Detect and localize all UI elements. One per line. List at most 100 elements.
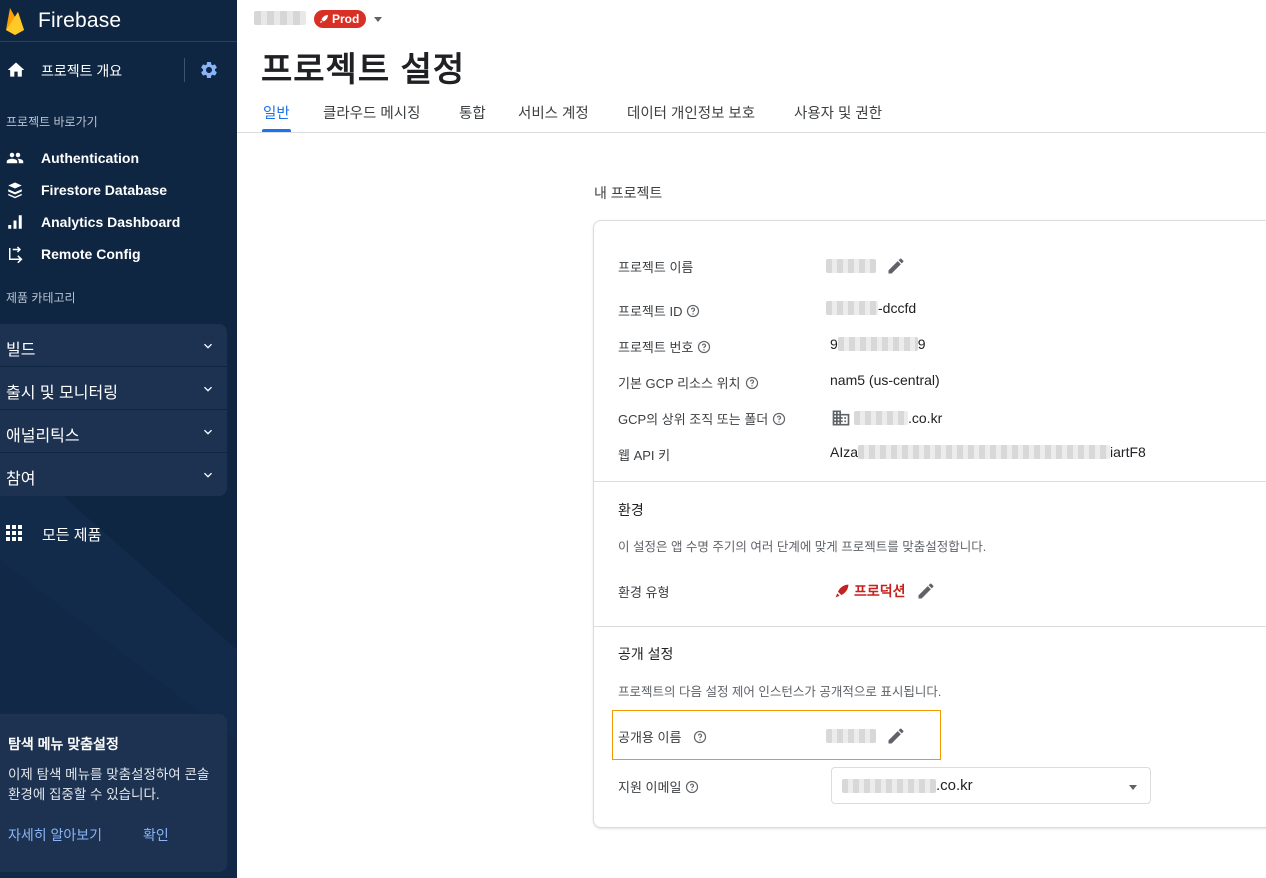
project-switcher-bar: Prod xyxy=(237,0,1266,38)
edit-pencil-icon[interactable] xyxy=(916,581,936,601)
chevron-down-icon xyxy=(204,429,212,435)
project-name-redacted[interactable] xyxy=(254,11,306,25)
project-overview-label: 프로젝트 개요 xyxy=(41,63,123,79)
my-project-section-label: 내 프로젝트 xyxy=(594,185,663,201)
gear-icon[interactable] xyxy=(199,60,219,80)
active-tab-indicator xyxy=(262,129,291,132)
support-email-select[interactable]: .co.kr xyxy=(831,767,1151,804)
firebase-logo-icon xyxy=(6,7,24,35)
shortcut-label: Firestore Database xyxy=(41,182,168,198)
category-label: 참여 xyxy=(6,471,36,488)
sidebar: Firebase 프로젝트 개요 프로젝트 바로가기 Authenticatio… xyxy=(0,0,237,878)
tab-general[interactable]: 일반 xyxy=(263,102,290,123)
learn-more-link[interactable]: 자세히 알아보기 xyxy=(8,825,102,845)
project-name-label: 프로젝트 이름 xyxy=(618,260,694,275)
project-name-row: 프로젝트 이름 xyxy=(594,251,1266,279)
tab-data-privacy[interactable]: 데이터 개인정보 보호 xyxy=(627,102,755,123)
all-products[interactable]: 모든 제품 xyxy=(0,518,237,548)
public-name-row: 공개용 이름 xyxy=(594,721,1266,749)
environment-description: 이 설정은 앱 수명 주기의 여러 단계에 맞게 프로젝트를 맞춤설정합니다. xyxy=(618,540,987,554)
support-email-label: 지원 이메일 xyxy=(618,777,699,796)
shortcut-label: Authentication xyxy=(41,150,139,166)
shortcut-analytics[interactable]: Analytics Dashboard xyxy=(0,208,237,236)
shortcuts-section-label: 프로젝트 바로가기 xyxy=(6,115,98,129)
production-env-badge: 프로덕션 xyxy=(834,581,906,601)
project-number-label: 프로젝트 번호 xyxy=(618,337,711,356)
redacted-value xyxy=(826,259,876,273)
parent-org-value: .co.kr xyxy=(830,408,942,428)
help-icon[interactable] xyxy=(686,304,700,318)
tab-cloud-messaging[interactable]: 클라우드 메시징 xyxy=(323,102,420,123)
environment-type-label: 환경 유형 xyxy=(618,585,670,600)
project-dropdown-icon[interactable] xyxy=(373,14,383,24)
tab-service-accounts[interactable]: 서비스 계정 xyxy=(518,102,589,123)
project-id-value: -dccfd xyxy=(826,300,916,316)
category-analytics[interactable]: 애널리틱스 xyxy=(0,410,227,453)
chevron-down-icon xyxy=(204,472,212,478)
category-label: 출시 및 모니터링 xyxy=(6,385,118,402)
gcp-location-label: 기본 GCP 리소스 위치 xyxy=(618,373,759,392)
project-name-value xyxy=(826,256,906,276)
public-name-value xyxy=(826,726,906,746)
parent-org-row: GCP의 상위 조직 또는 폴더 .co.kr xyxy=(594,403,1266,431)
shortcut-remote-config[interactable]: Remote Config xyxy=(0,240,237,268)
apps-grid-icon xyxy=(6,525,22,541)
categories-section-label: 제품 카테고리 xyxy=(6,291,76,305)
home-icon xyxy=(7,62,25,77)
product-categories: 빌드 출시 및 모니터링 애널리틱스 참여 xyxy=(0,324,227,496)
shortcut-label: Analytics Dashboard xyxy=(41,214,181,230)
public-settings-description: 프로젝트의 다음 설정 제어 인스턴스가 공개적으로 표시됩니다. xyxy=(618,685,942,699)
tab-users-permissions[interactable]: 사용자 및 권한 xyxy=(794,102,882,123)
project-settings-card: 프로젝트 이름 프로젝트 ID -dccfd 프로젝트 번호 9 9 기본 GC… xyxy=(593,220,1266,828)
web-api-key-row: 웹 API 키 AIza iartF8 xyxy=(594,439,1266,467)
bar-chart-icon xyxy=(8,215,22,229)
divider xyxy=(184,58,185,82)
rocket-icon xyxy=(835,584,849,598)
all-products-label: 모든 제품 xyxy=(42,527,102,544)
promo-description: 이제 탐색 메뉴를 맞춤설정하여 콘솔 환경에 집중할 수 있습니다. xyxy=(8,767,210,802)
help-icon[interactable] xyxy=(685,780,699,794)
category-label: 빌드 xyxy=(6,342,36,359)
public-name-label: 공개용 이름 xyxy=(618,727,707,746)
category-release-monitor[interactable]: 출시 및 모니터링 xyxy=(0,367,227,410)
category-build[interactable]: 빌드 xyxy=(0,324,227,367)
help-icon[interactable] xyxy=(693,730,707,744)
environment-title: 환경 xyxy=(618,502,644,518)
redacted-value xyxy=(837,337,918,351)
help-icon[interactable] xyxy=(772,412,786,426)
redacted-value xyxy=(826,729,876,743)
gcp-location-row: 기본 GCP 리소스 위치 nam5 (us-central) xyxy=(594,367,1266,395)
shortcut-label: Remote Config xyxy=(41,246,141,262)
help-icon[interactable] xyxy=(745,376,759,390)
project-id-row: 프로젝트 ID -dccfd xyxy=(594,295,1266,323)
redacted-value xyxy=(842,778,936,793)
redacted-value xyxy=(854,411,908,425)
parent-org-label: GCP의 상위 조직 또는 폴더 xyxy=(618,409,786,428)
gcp-location-value: nam5 (us-central) xyxy=(830,372,940,388)
confirm-button[interactable]: 확인 xyxy=(143,825,169,845)
tab-integrations[interactable]: 통합 xyxy=(459,102,486,123)
section-divider xyxy=(594,481,1266,482)
prod-badge-label: Prod xyxy=(332,12,360,26)
environment-type-row: 환경 유형 프로덕션 xyxy=(594,576,1266,604)
shortcut-authentication[interactable]: Authentication xyxy=(0,144,237,172)
web-api-key-value: AIza iartF8 xyxy=(830,444,1146,460)
category-label: 애널리틱스 xyxy=(6,428,80,445)
environment-type-value: 프로덕션 xyxy=(834,581,936,601)
redacted-value xyxy=(826,301,878,315)
nav-customization-promo: 탐색 메뉴 맞춤설정 이제 탐색 메뉴를 맞춤설정하여 콘솔 환경에 집중할 수… xyxy=(0,714,227,872)
remote-config-icon xyxy=(9,246,23,263)
edit-pencil-icon[interactable] xyxy=(886,256,906,276)
building-icon xyxy=(832,410,850,426)
project-overview[interactable]: 프로젝트 개요 xyxy=(0,52,237,88)
category-engage[interactable]: 참여 xyxy=(0,453,227,496)
help-icon[interactable] xyxy=(697,340,711,354)
shortcut-firestore[interactable]: Firestore Database xyxy=(0,176,237,204)
settings-tabs: 일반 클라우드 메시징 통합 서비스 계정 데이터 개인정보 보호 사용자 및 … xyxy=(237,95,1266,133)
edit-pencil-icon[interactable] xyxy=(886,726,906,746)
brand-header[interactable]: Firebase xyxy=(0,0,237,42)
promo-title: 탐색 메뉴 맞춤설정 xyxy=(8,736,119,752)
firestore-icon xyxy=(8,182,22,199)
chevron-down-icon xyxy=(204,343,212,349)
project-number-row: 프로젝트 번호 9 9 xyxy=(594,331,1266,359)
